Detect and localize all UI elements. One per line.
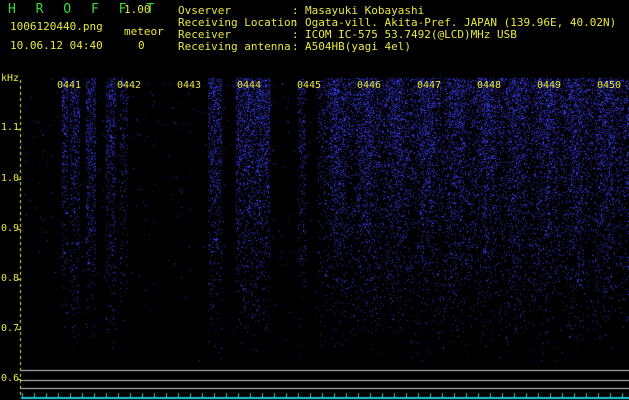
axis-unit-label: kHz <box>1 73 20 84</box>
time-marker-label: 0443 <box>177 80 202 91</box>
receiver-value: ICOM IC-575 53.7492(@LCD)MHz USB <box>305 28 517 41</box>
time-marker-label: 0441 <box>57 80 82 91</box>
time-marker-label: 0447 <box>417 80 442 91</box>
time-marker-label: 0446 <box>357 80 382 91</box>
y-tick-label: 0.9 <box>1 223 20 234</box>
date-time: 10.06.12 04:40 <box>10 39 103 52</box>
location-label: Receiving Location <box>178 16 298 29</box>
time-marker-label: 0442 <box>117 80 142 91</box>
y-tick-label: 0.7 <box>1 323 20 334</box>
antenna-value: A504HB(yagi 4el) <box>305 40 411 53</box>
file-name: 1006120440.png <box>10 20 103 33</box>
time-marker-label: 0450 <box>597 80 622 91</box>
meteor-label: meteor <box>124 25 164 38</box>
observer-label: Ovserver <box>178 4 231 17</box>
observer-value: Masayuki Kobayashi <box>305 4 425 17</box>
location-colon: : <box>292 16 299 29</box>
time-marker-label: 0449 <box>537 80 562 91</box>
y-tick-label: 0.6 <box>1 373 20 384</box>
location-value: Ogata-vill. Akita-Pref. JAPAN (139.96E, … <box>305 16 617 29</box>
time-marker-label: 0448 <box>477 80 502 91</box>
spectrogram-canvas <box>0 0 629 400</box>
receiver-colon: : <box>292 28 299 41</box>
meteor-count: 0 <box>138 39 145 52</box>
y-tick-label: 0.8 <box>1 273 20 284</box>
time-marker-label: 0444 <box>237 80 262 91</box>
receiver-label: Receiver <box>178 28 231 41</box>
time-marker-label: 0445 <box>297 80 322 91</box>
observer-colon: : <box>292 4 299 17</box>
y-tick-label: 1.1 <box>1 122 20 133</box>
app-version: 1.00 <box>124 3 151 16</box>
antenna-colon: : <box>292 40 299 53</box>
y-tick-label: 1.0 <box>1 173 20 184</box>
antenna-label: Receiving antenna <box>178 40 291 53</box>
